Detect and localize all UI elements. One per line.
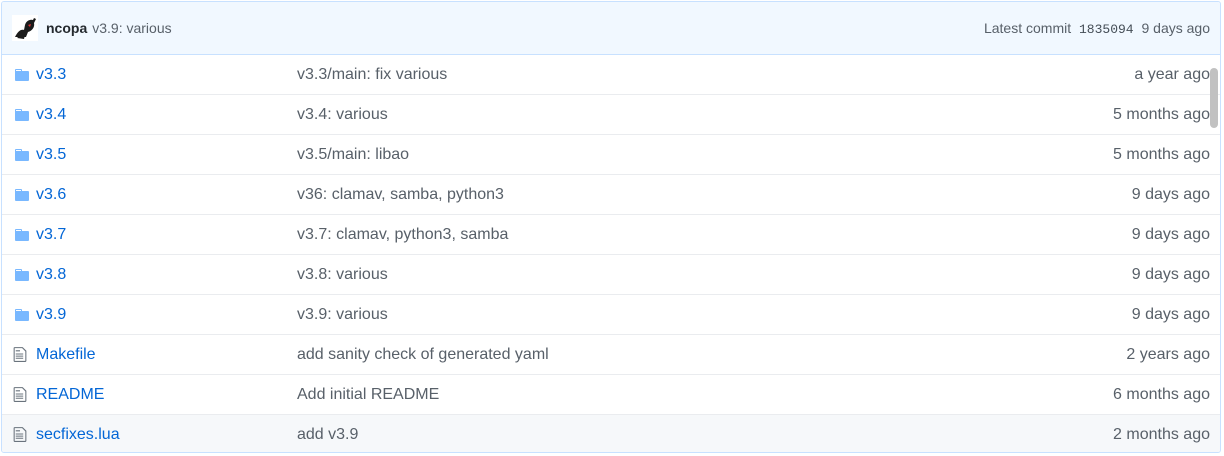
folder-link[interactable]: v3.9 [36,306,297,324]
scrollbar-thumb[interactable] [1210,68,1218,128]
file-icon [2,386,36,403]
commit-message-link[interactable]: v3.3/main: fix various [297,66,1040,84]
commit-age: 5 months ago [1113,145,1210,163]
folder-icon [2,227,36,243]
folder-icon [2,67,36,83]
folder-link[interactable]: v3.4 [36,106,297,124]
commit-message-link[interactable]: v3.7: clamav, python3, samba [297,226,1040,244]
table-row: v3.9 v3.9: various 9 days ago [2,294,1220,334]
table-row: README Add initial README 6 months ago [2,374,1220,414]
file-link[interactable]: Makefile [36,346,297,364]
commit-author-link[interactable]: ncopa [46,20,87,36]
commit-age: 9 days ago [1131,225,1210,243]
commit-message-link[interactable]: v3.9: various [92,20,171,36]
latest-commit-label: Latest commit [983,19,1072,36]
table-row: v3.3 v3.3/main: fix various a year ago [2,55,1220,94]
commit-message-link[interactable]: add sanity check of generated yaml [297,346,1040,364]
folder-link[interactable]: v3.8 [36,266,297,284]
commit-age: 6 months ago [1113,385,1210,403]
commit-sha-link[interactable]: 1835094 [1079,22,1134,37]
commit-age: 2 months ago [1113,425,1210,443]
file-icon [2,426,36,443]
latest-commit-info: Latest commit 1835094 9 days ago [984,20,1210,37]
folder-icon [2,147,36,163]
table-row: v3.8 v3.8: various 9 days ago [2,254,1220,294]
file-icon [2,346,36,363]
table-row: v3.7 v3.7: clamav, python3, samba 9 days a… [2,214,1220,254]
file-link[interactable]: secfixes.lua [36,426,297,444]
table-row: v3.4 v3.4: various 5 months ago [2,94,1220,134]
table-row: secfixes.lua add v3.9 2 months ago [2,414,1220,452]
commit-message-link[interactable]: v3.8: various [297,266,1040,284]
commit-message-link[interactable]: v3.9: various [297,306,1040,324]
folder-link[interactable]: v3.3 [36,66,297,84]
scrollbar[interactable] [1210,4,1218,452]
file-link[interactable]: README [36,386,297,404]
table-row: v3.6 v36: clamav, samba, python3 9 days ag… [2,174,1220,214]
commit-age: 5 months ago [1113,105,1210,123]
file-list: v3.3 v3.3/main: fix various a year ago v3.4… [2,55,1220,452]
latest-commit-bar: ncopa v3.9: various Latest commit 183509… [2,2,1220,55]
commit-message-link[interactable]: v3.5/main: libao [297,146,1040,164]
commit-age: 9 days ago [1141,19,1211,36]
folder-icon [2,107,36,123]
commit-message-link[interactable]: add v3.9 [297,426,1040,444]
commit-age: 9 days ago [1131,185,1210,203]
folder-icon [2,187,36,203]
folder-icon [2,307,36,323]
folder-link[interactable]: v3.7 [36,226,297,244]
folder-link[interactable]: v3.6 [36,186,297,204]
author-avatar-icon[interactable] [12,15,38,41]
commit-age: a year ago [1134,65,1210,83]
commit-message-link[interactable]: Add initial README [297,386,1040,404]
commit-age: 9 days ago [1131,305,1210,323]
file-table: ncopa v3.9: various Latest commit 183509… [1,1,1221,453]
folder-link[interactable]: v3.5 [36,146,297,164]
commit-age: 9 days ago [1131,265,1210,283]
table-row: v3.5 v3.5/main: libao 5 months ago [2,134,1220,174]
folder-icon [2,267,36,283]
commit-message-link[interactable]: v3.4: various [297,106,1040,124]
table-row: Makefile add sanity check of generated ya… [2,334,1220,374]
commit-age: 2 years ago [1126,345,1210,363]
commit-message-link[interactable]: v36: clamav, samba, python3 [297,186,1040,204]
